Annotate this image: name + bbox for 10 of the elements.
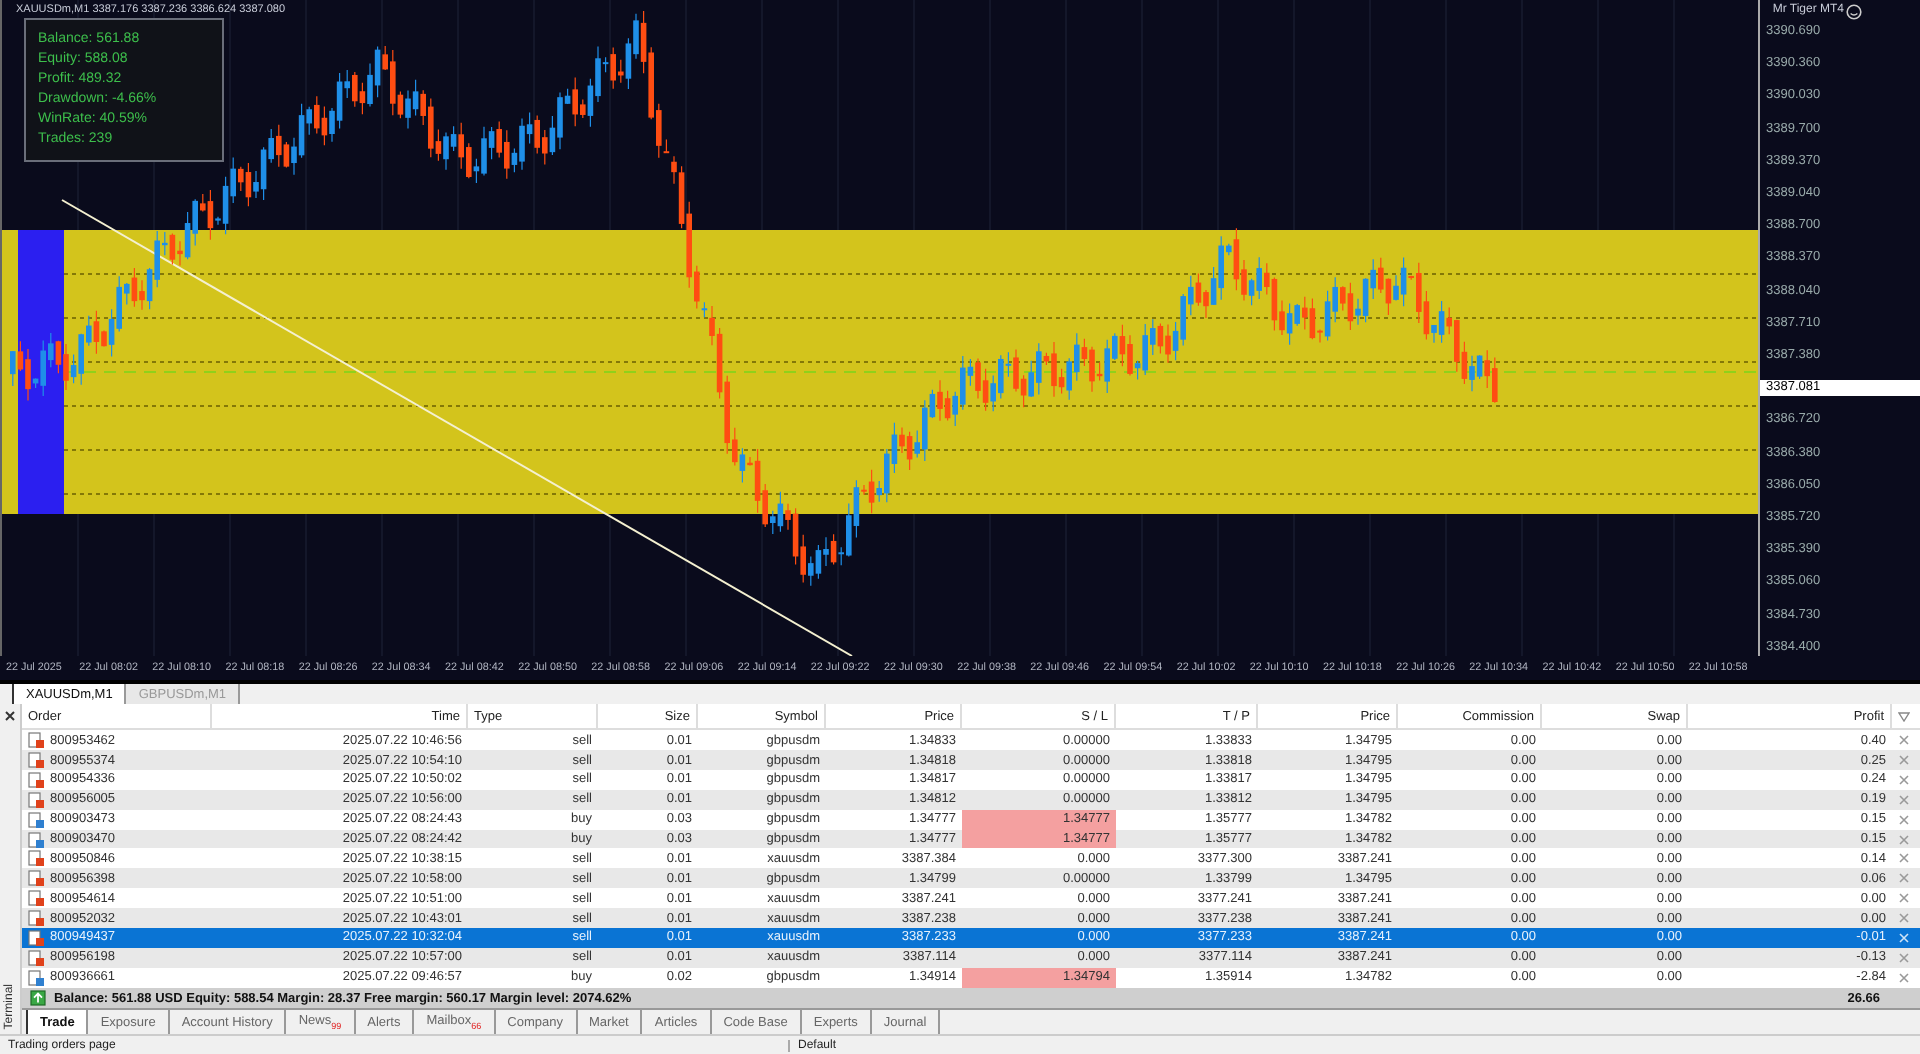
order-icon: [28, 890, 44, 907]
order-icon: [28, 811, 44, 828]
order-icon: [28, 870, 44, 887]
order-icon: [28, 791, 44, 808]
order-icon: [28, 969, 44, 986]
order-icon: [28, 949, 44, 966]
sort-icon[interactable]: [1898, 711, 1910, 722]
account-icon: [30, 990, 46, 1007]
smiley-icon: [1846, 4, 1862, 20]
close-icon[interactable]: [4, 710, 16, 723]
